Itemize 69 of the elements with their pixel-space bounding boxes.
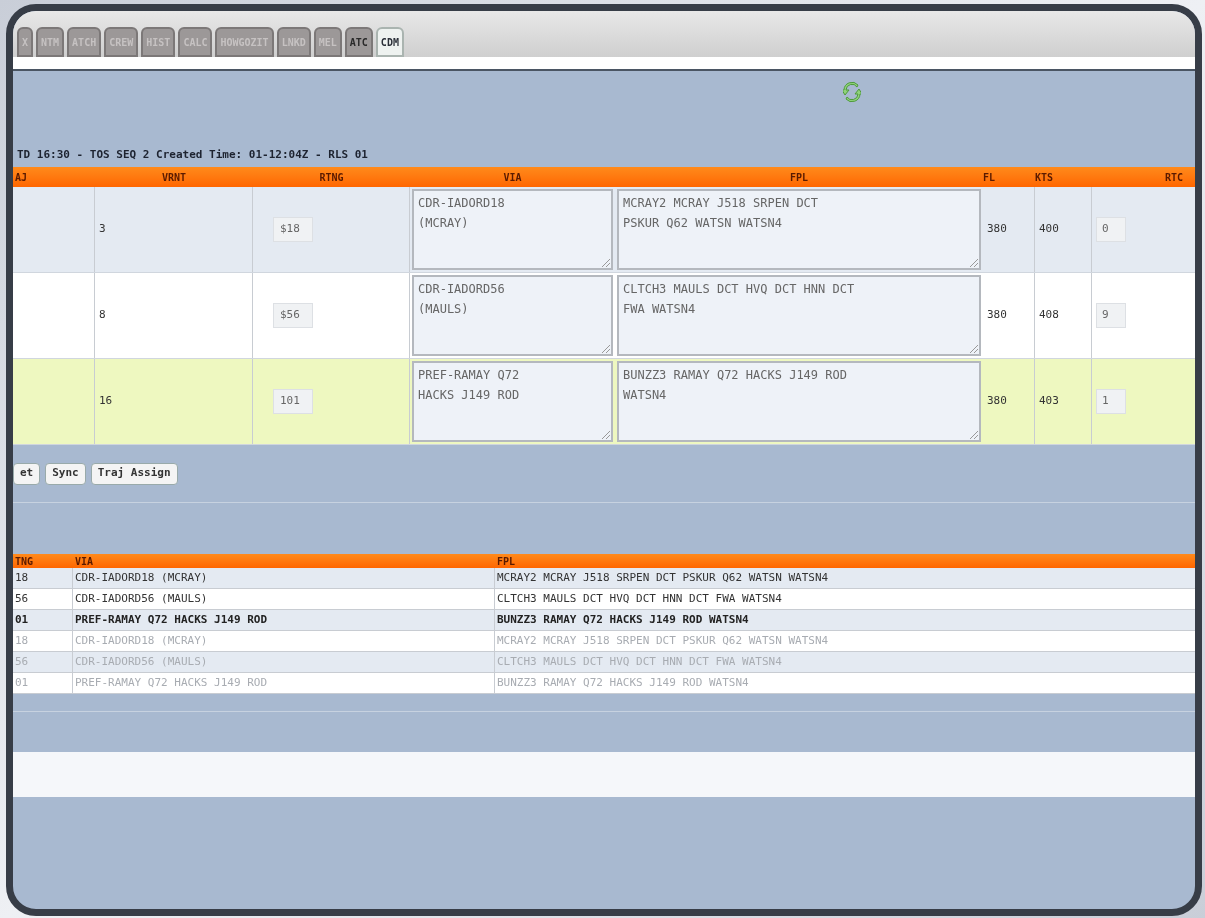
button[interactable]: et <box>13 462 41 485</box>
table-cell: 403 <box>1039 393 1059 410</box>
table-cell: 380 <box>987 393 1007 410</box>
table-cell-text: 18 <box>15 569 29 586</box>
resize-grip-icon[interactable] <box>969 258 979 268</box>
table-cell: 400 <box>1039 221 1059 238</box>
info-line: TD 16:30 - TOS SEQ 2 Created Time: 01-12:04Z - RLS 01 <box>17 146 369 163</box>
rtng-field[interactable]: $56 <box>273 303 313 328</box>
via-field[interactable]: PREF-RAMAY Q72 HACKS J149 ROD <box>412 361 613 442</box>
table-cell-text: CDR-IADORD18 (MCRAY) <box>75 569 208 586</box>
table-cell: 408 <box>1039 307 1059 324</box>
tab[interactable]: CDM <box>375 27 404 57</box>
table-cell: 380 <box>987 221 1007 238</box>
table-cell-text: 01 <box>15 611 29 628</box>
table-cell: 380 <box>987 307 1007 324</box>
resize-grip-icon[interactable] <box>601 430 611 440</box>
fpl-field[interactable]: CLTCH3 MAULS DCT HVQ DCT HNN DCT FWA WATSN4 <box>617 275 981 356</box>
table-row[interactable]: 16 101 PREF-RAMAY Q72 HACKS J149 ROD BUNZZ3 RAMAY Q72 HACKS J149 ROD WATSN4 380 403 1 <box>13 359 1195 445</box>
column-header: KTS <box>1035 170 1055 185</box>
column-header: RTC <box>1163 170 1184 185</box>
column-header: VIA <box>74 555 95 569</box>
table-cell-text: MCRAY2 MCRAY J518 SRPEN DCT PSKUR Q62 WATSN WATSN4 <box>497 569 829 586</box>
button[interactable]: Traj Assign <box>90 462 178 485</box>
table-cell-text: PREF-RAMAY Q72 HACKS J149 ROD <box>75 611 268 628</box>
table-cell-text: BUNZZ3 RAMAY Q72 HACKS J149 ROD WATSN4 <box>497 611 749 628</box>
table-cell: 8 <box>99 307 106 324</box>
table-cell-text: CDR-IADORD56 (MAULS) <box>75 590 208 607</box>
table-row[interactable]: 01 PREF-RAMAY Q72 HACKS J149 ROD BUNZZ3 RAMAY Q72 HACKS J149 ROD WATSN4 <box>13 610 1195 631</box>
rtng-field[interactable]: 101 <box>273 389 313 414</box>
table-row[interactable]: 3 $18 CDR-IADORD18 (MCRAY) MCRAY2 MCRAY J518 SRPEN DCT PSKUR Q62 WATSN WATSN4 380 400 0 <box>13 187 1195 273</box>
fpl-field[interactable]: MCRAY2 MCRAY J518 SRPEN DCT PSKUR Q62 WATSN WATSN4 <box>617 189 981 270</box>
column-header: VIA <box>502 170 523 185</box>
column-header: FPL <box>496 555 517 569</box>
rtng-field[interactable]: $18 <box>273 217 313 242</box>
fpl-field[interactable]: BUNZZ3 RAMAY Q72 HACKS J149 ROD WATSN4 <box>617 361 981 442</box>
column-header: AJ <box>14 170 29 185</box>
table-cell-text: MCRAY2 MCRAY J518 SRPEN DCT PSKUR Q62 WATSN WATSN4 <box>497 632 829 649</box>
table-cell-text: CDR-IADORD56 (MAULS) <box>75 653 208 670</box>
resize-grip-icon[interactable] <box>969 344 979 354</box>
resize-grip-icon[interactable] <box>601 344 611 354</box>
via-field[interactable]: CDR-IADORD56 (MAULS) <box>412 275 613 356</box>
resize-grip-icon[interactable] <box>969 430 979 440</box>
column-header: FPL <box>788 170 810 185</box>
column-header: RTNG <box>318 170 345 185</box>
table-cell: 3 <box>99 221 106 238</box>
rtc-field[interactable]: 1 <box>1096 389 1126 414</box>
table-cell-text: 56 <box>15 590 29 607</box>
table-row[interactable]: 18 CDR-IADORD18 (MCRAY) MCRAY2 MCRAY J518 SRPEN DCT PSKUR Q62 WATSN WATSN4 <box>13 568 1195 589</box>
table-cell-text: CLTCH3 MAULS DCT HVQ DCT HNN DCT FWA WATSN4 <box>497 590 782 607</box>
column-header: VRNT <box>160 170 188 185</box>
table-cell-text: 56 <box>15 653 29 670</box>
refresh-icon[interactable] <box>843 81 861 103</box>
table-row[interactable]: 8 $56 CDR-IADORD56 (MAULS) CLTCH3 MAULS DCT HVQ DCT HNN DCT FWA WATSN4 380 408 9 <box>13 273 1195 359</box>
tab[interactable]: ATC <box>344 27 373 57</box>
table-cell-text: PREF-RAMAY Q72 HACKS J149 ROD <box>75 674 268 691</box>
table-cell-text: BUNZZ3 RAMAY Q72 HACKS J149 ROD WATSN4 <box>497 674 749 691</box>
column-header: TNG <box>14 555 35 569</box>
table-row[interactable]: 56 CDR-IADORD56 (MAULS) CLTCH3 MAULS DCT HVQ DCT HNN DCT FWA WATSN4 <box>13 589 1195 610</box>
via-field[interactable]: CDR-IADORD18 (MCRAY) <box>412 189 613 270</box>
table-cell-text: 01 <box>15 674 29 691</box>
table-cell: 16 <box>99 393 113 410</box>
table-cell-text: 18 <box>15 632 29 649</box>
rtc-field[interactable]: 9 <box>1096 303 1126 328</box>
table-cell-text: CDR-IADORD18 (MCRAY) <box>75 632 208 649</box>
button[interactable]: Sync <box>45 462 86 485</box>
rtc-field[interactable]: 0 <box>1096 217 1126 242</box>
column-header: FL <box>983 170 997 185</box>
resize-grip-icon[interactable] <box>601 258 611 268</box>
table-cell-text: CLTCH3 MAULS DCT HVQ DCT HNN DCT FWA WATSN4 <box>497 653 782 670</box>
